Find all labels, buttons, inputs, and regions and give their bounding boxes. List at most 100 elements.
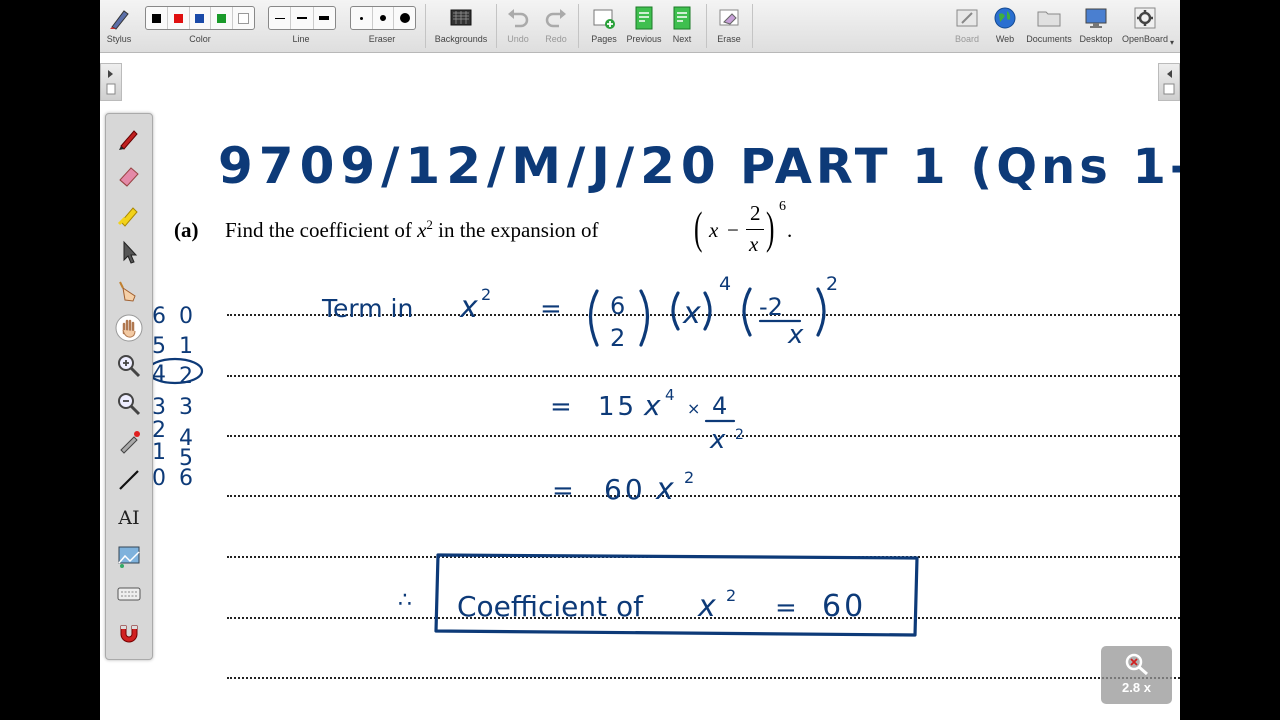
hand-icon[interactable]: [115, 314, 143, 342]
line-width-selector[interactable]: Line: [266, 0, 336, 52]
pair-right-0: 0: [179, 304, 193, 329]
answer-value-ink: 60: [822, 589, 866, 624]
magnet-icon[interactable]: [115, 618, 143, 646]
undo-icon: [508, 9, 529, 28]
pages-button[interactable]: Pages: [584, 0, 624, 52]
paren-ink: [671, 291, 680, 331]
negative-two-ink: -2: [759, 293, 783, 321]
stylus-button[interactable]: Stylus: [100, 0, 138, 52]
color-red-swatch[interactable]: [168, 7, 190, 29]
redo-button[interactable]: Redo: [538, 0, 574, 52]
play-hand-icon[interactable]: [115, 276, 143, 304]
highlighter-icon[interactable]: [115, 200, 143, 228]
previous-page-icon: [635, 6, 653, 30]
tool-palette: AI: [105, 113, 153, 660]
color-blue-swatch[interactable]: [190, 7, 212, 29]
text-tool-icon[interactable]: AI: [115, 504, 143, 532]
color-green-swatch[interactable]: [211, 7, 234, 29]
part-ink: PART 1 (Qns 1-6): [740, 139, 1180, 195]
toolbar-divider: [578, 4, 579, 48]
result-x-ink: x: [655, 472, 674, 507]
keyboard-icon[interactable]: [115, 580, 143, 608]
zoom-in-icon[interactable]: [115, 352, 143, 380]
answer-x-ink: x: [697, 589, 716, 624]
board-button[interactable]: Board: [950, 0, 984, 52]
board-canvas[interactable]: (a) Find the coefficient of x2 in the ex…: [100, 53, 1180, 720]
line2-numerator-ink: 4: [712, 392, 727, 420]
pair-right-2: 2: [179, 364, 193, 389]
outer-power-ink: 2: [826, 273, 838, 295]
line2-power-ink: 4: [665, 386, 675, 404]
redo-icon: [545, 9, 566, 28]
equals-ink: =: [540, 294, 562, 324]
paren-ink: [703, 291, 712, 331]
pointer-icon[interactable]: [115, 238, 143, 266]
term-label-ink: Term in: [321, 294, 413, 323]
answer-text-ink: Coefficient of: [457, 590, 644, 623]
factor-x-ink: x: [682, 296, 701, 331]
gear-icon: [1134, 7, 1156, 29]
line-thin-option[interactable]: [269, 7, 292, 29]
answer-power-ink: 2: [726, 586, 736, 605]
eraser-icon[interactable]: [115, 162, 143, 190]
pair-left-1: 5: [152, 334, 166, 359]
folder-icon: [1037, 11, 1061, 27]
pair-left-2: 4: [152, 362, 166, 387]
eraser-large-option[interactable]: [394, 7, 415, 29]
binomial-top-ink: 6: [610, 292, 625, 320]
capture-icon[interactable]: [115, 542, 143, 570]
openboard-window: Stylus Color Line Eraser Backgrounds Und…: [100, 0, 1180, 720]
openboard-menu-button[interactable]: OpenBoard: [1118, 0, 1172, 52]
stylus-icon: [110, 10, 129, 30]
zoom-level-text: 2.8 x: [1122, 680, 1151, 695]
factor-x-power-ink: 4: [719, 273, 731, 295]
eraser-medium-option[interactable]: [373, 7, 395, 29]
documents-button[interactable]: Documents: [1026, 0, 1072, 52]
color-white-swatch[interactable]: [233, 7, 254, 29]
toolbar-divider: [496, 4, 497, 48]
binomial-bottom-ink: 2: [610, 324, 625, 352]
web-button[interactable]: Web: [988, 0, 1022, 52]
pair-right-6: 6: [179, 466, 193, 491]
board-icon: [956, 9, 978, 27]
therefore-ink: ∴: [398, 588, 412, 613]
pair-left-5: 1: [152, 440, 166, 465]
ink-layer: 9709/12/M/J/20 PART 1 (Qns 1-6) Term in …: [146, 137, 1180, 637]
color-selector[interactable]: Color: [144, 0, 256, 52]
eraser-size-selector[interactable]: Eraser: [348, 0, 416, 52]
previous-page-button[interactable]: Previous: [622, 0, 666, 52]
backgrounds-icon: [450, 9, 472, 26]
line-medium-option[interactable]: [291, 7, 314, 29]
line-thick-option[interactable]: [314, 7, 335, 29]
paren-ink: [816, 287, 826, 337]
line2-x-ink: x: [643, 389, 661, 422]
coefficient-15-ink: 15: [598, 392, 637, 422]
chevron-down-icon[interactable]: ▾: [1170, 38, 1174, 47]
eraser-small-option[interactable]: [351, 7, 373, 29]
laser-pointer-icon[interactable]: [115, 428, 143, 456]
pair-right-1: 1: [179, 334, 193, 359]
equals-ink: =: [550, 392, 572, 422]
line2-denominator-power-ink: 2: [735, 427, 744, 443]
globe-icon: [994, 7, 1016, 29]
paren-ink: [742, 287, 752, 337]
next-page-button[interactable]: Next: [664, 0, 700, 52]
zoom-out-icon[interactable]: [115, 390, 143, 418]
backgrounds-button[interactable]: Backgrounds: [430, 0, 492, 52]
desktop-button[interactable]: Desktop: [1076, 0, 1116, 52]
toolbar-divider: [425, 4, 426, 48]
undo-button[interactable]: Undo: [500, 0, 536, 52]
binomial-left-paren: [588, 289, 599, 347]
line-tool-icon[interactable]: [115, 466, 143, 494]
term-power-ink: 2: [481, 285, 491, 304]
times-ink: ×: [687, 399, 700, 418]
answer-equals-ink: =: [775, 593, 797, 623]
color-black-swatch[interactable]: [146, 7, 168, 29]
zoom-indicator[interactable]: 2.8 x: [1101, 646, 1172, 704]
pair-left-3: 3: [152, 395, 166, 420]
pen-icon[interactable]: [115, 124, 143, 152]
erase-icon: [719, 9, 739, 26]
add-page-icon: [593, 9, 615, 29]
equals-ink: =: [552, 476, 574, 506]
erase-button[interactable]: Erase: [710, 0, 748, 52]
